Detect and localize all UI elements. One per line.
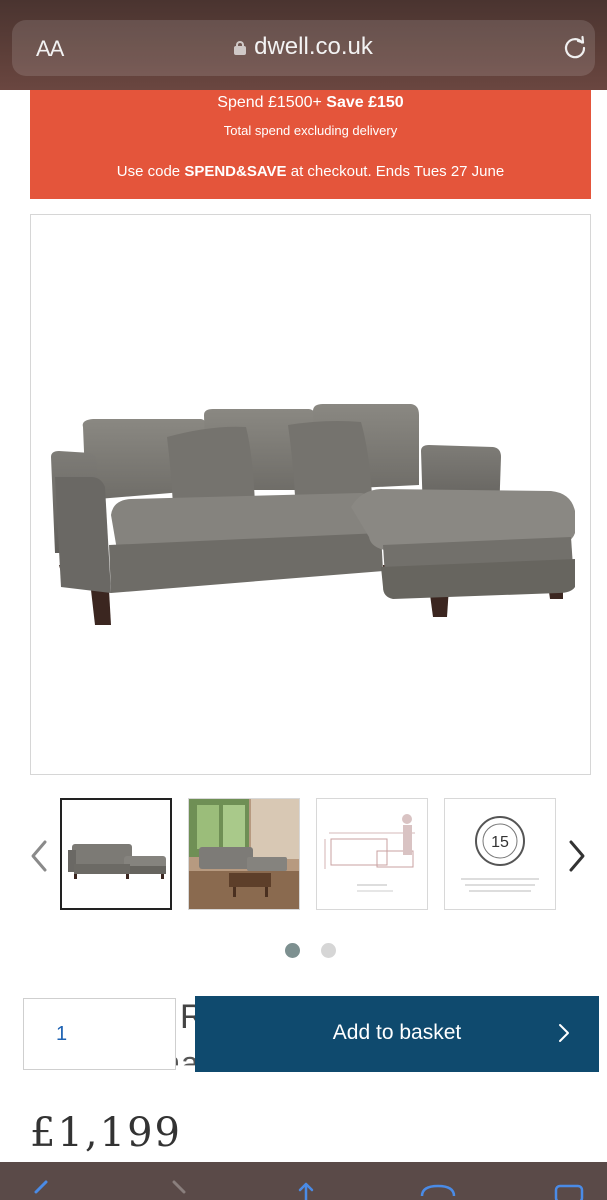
quantity-value: 1 [56,1023,68,1045]
next-image-arrow[interactable] [566,838,588,874]
url-display[interactable]: dwell.co.uk [0,33,607,61]
dimensions-thumbnail-image [324,814,415,892]
carousel-dot-2[interactable] [321,943,336,958]
promo-headline: Spend £1500+ Save £150 [217,94,404,111]
thumbnail-sofa-front[interactable] [60,798,172,910]
product-price: £1,199 [30,1110,182,1156]
page: AA dwell.co.uk Spend £1500+ Save £150 To… [0,0,607,1200]
reload-icon[interactable] [561,33,589,61]
main-product-image[interactable] [30,214,591,775]
thumbnail-guarantee[interactable]: 15 [444,798,556,910]
forward-icon[interactable] [168,1180,190,1200]
sofa-thumbnail-image [68,844,166,879]
promo-subtext: Total spend excluding delivery [223,123,398,138]
back-icon[interactable] [30,1180,52,1200]
bookmarks-icon[interactable] [420,1180,456,1200]
add-to-basket-button[interactable]: Add to basket [195,996,599,1072]
promo-code-text: Use code SPEND&SAVE at checkout. Ends Tu… [116,163,505,180]
browser-top-bar: AA dwell.co.uk [0,0,607,90]
chevron-right-icon [559,1024,569,1042]
quantity-input[interactable]: 1 [23,998,176,1070]
lifestyle-thumbnail-image [189,799,299,909]
lock-icon [234,41,247,55]
thumbnail-sofa-dimensions[interactable] [316,798,428,910]
domain-text: dwell.co.uk [254,33,373,60]
share-icon[interactable] [292,1180,320,1200]
guarantee-badge-image: 15 [461,816,539,892]
thumbnail-sofa-lifestyle[interactable] [188,798,300,910]
guarantee-number: 15 [491,834,509,851]
add-to-basket-label: Add to basket [332,1021,462,1044]
tabs-icon[interactable] [552,1180,588,1200]
sofa-illustration [51,404,575,625]
previous-image-arrow[interactable] [28,838,50,874]
carousel-dot-1[interactable] [285,943,300,958]
promo-banner[interactable]: Spend £1500+ Save £150 Total spend exclu… [30,90,591,199]
